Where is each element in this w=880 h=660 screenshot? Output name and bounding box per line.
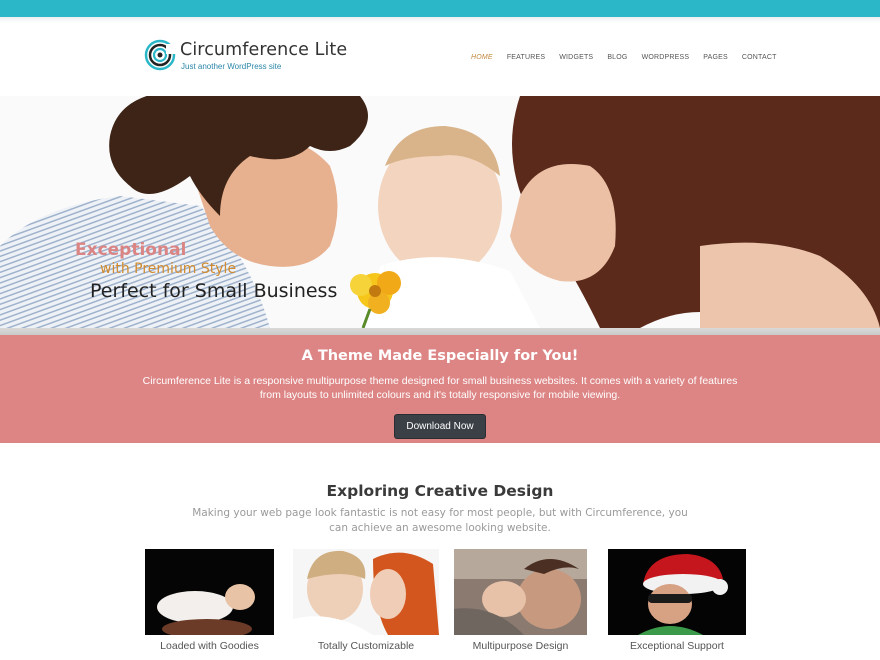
sleeping-baby-photo: [145, 549, 274, 635]
feature-label: Exceptional Support: [630, 640, 724, 652]
promo-banner: A Theme Made Especially for You! Circumf…: [0, 335, 880, 443]
nav-item-wordpress[interactable]: WORDPRESS: [642, 53, 690, 62]
child-in-santa-hat-photo: [608, 549, 746, 635]
feature-card-support[interactable]: Exceptional Support: [608, 549, 746, 652]
feature-label: Totally Customizable: [317, 640, 415, 652]
hero-slider: Exceptional with Premium Style Perfect f…: [0, 96, 880, 328]
site-tagline: Just another WordPress site: [181, 62, 282, 71]
feature-card-multipurpose[interactable]: Multipurpose Design: [454, 549, 587, 652]
father-kissing-baby-photo: [454, 549, 587, 635]
hero-caption-line2: with Premium Style: [100, 261, 237, 277]
nav-item-features[interactable]: FEATURES: [507, 53, 545, 62]
hero-caption-line1: Exceptional: [75, 240, 187, 260]
banner-text: Circumference Lite is a responsive multi…: [142, 375, 738, 401]
site-title: Circumference Lite: [180, 40, 348, 60]
main-navigation: HOME FEATURES WIDGETS BLOG WORDPRESS PAG…: [471, 53, 791, 62]
nav-item-blog[interactable]: BLOG: [607, 53, 627, 62]
feature-card-goodies[interactable]: Loaded with Goodies: [145, 549, 274, 652]
features-section-title: Exploring Creative Design: [326, 482, 554, 500]
feature-card-customizable[interactable]: Totally Customizable: [293, 549, 439, 652]
features-section-subtitle: Making your web page look fantastic is n…: [192, 507, 688, 534]
nav-item-contact[interactable]: CONTACT: [742, 53, 777, 62]
top-accent-bar: [0, 0, 880, 17]
mother-and-son-photo: [293, 549, 439, 635]
nav-item-widgets[interactable]: WIDGETS: [559, 53, 593, 62]
feature-label: Loaded with Goodies: [160, 640, 259, 652]
nav-item-pages[interactable]: PAGES: [703, 53, 728, 62]
hero-bottom-border: [0, 328, 880, 335]
hero-caption-line3: Perfect for Small Business: [90, 280, 338, 302]
feature-label: Multipurpose Design: [472, 640, 569, 652]
concentric-circles-icon: [144, 39, 176, 71]
banner-title: A Theme Made Especially for You!: [301, 348, 579, 364]
hero-caption: Exceptional with Premium Style Perfect f…: [75, 239, 337, 304]
nav-item-home[interactable]: HOME: [471, 53, 493, 62]
site-logo-link[interactable]: Circumference Lite Just another WordPres…: [144, 39, 347, 73]
header-shadow: [0, 17, 880, 23]
download-now-button[interactable]: Download Now: [394, 414, 486, 439]
